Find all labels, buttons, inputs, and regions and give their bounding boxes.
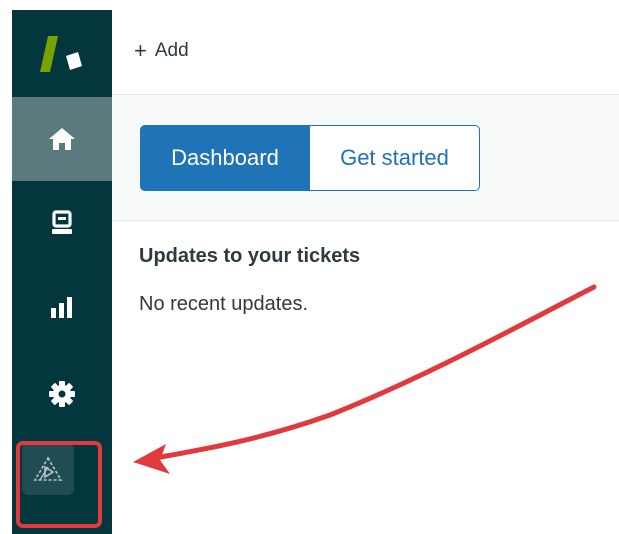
add-button[interactable]: + Add [134,40,189,62]
tab-dashboard[interactable]: Dashboard [140,125,310,191]
tab-group: Dashboard Get started [140,125,480,191]
plus-icon: + [134,38,147,63]
add-button-label: Add [154,40,189,61]
app-window: + Add Dashboard Get started Updates to y… [0,0,619,534]
updates-title: Updates to your tickets [139,245,361,267]
sidebar-item-reports[interactable] [12,265,112,349]
updates-empty-text: No recent updates. [139,293,308,315]
logo-icon [40,36,82,72]
reports-icon [51,297,72,318]
zendesk-logo[interactable] [12,10,112,96]
home-icon [49,128,75,150]
annotation-highlight-box [16,441,102,528]
gear-icon [49,381,75,407]
sidebar-item-views[interactable] [12,181,112,265]
sidebar-item-settings[interactable] [12,352,112,436]
sidebar-item-home[interactable] [12,97,112,181]
dashboard-header: Dashboard Get started [112,95,619,221]
tab-get-started[interactable]: Get started [310,125,480,191]
main-content: Updates to your tickets No recent update… [112,221,619,534]
top-bar: + Add [112,10,619,95]
views-icon [52,210,72,234]
